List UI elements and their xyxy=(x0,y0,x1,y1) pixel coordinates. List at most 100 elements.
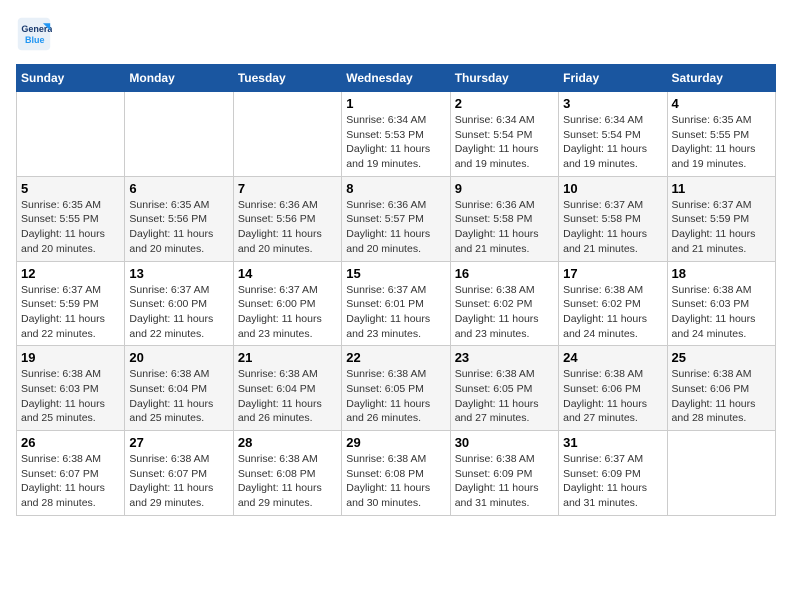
day-info: Sunrise: 6:37 AMSunset: 6:00 PMDaylight:… xyxy=(129,283,228,342)
table-row: 22 Sunrise: 6:38 AMSunset: 6:05 PMDayligh… xyxy=(342,346,450,431)
day-number: 1 xyxy=(346,96,445,111)
day-info: Sunrise: 6:34 AMSunset: 5:54 PMDaylight:… xyxy=(455,113,554,172)
day-number: 6 xyxy=(129,181,228,196)
day-info: Sunrise: 6:36 AMSunset: 5:58 PMDaylight:… xyxy=(455,198,554,257)
day-number: 10 xyxy=(563,181,662,196)
table-row: 8 Sunrise: 6:36 AMSunset: 5:57 PMDaylight… xyxy=(342,176,450,261)
day-number: 28 xyxy=(238,435,337,450)
table-row: 11 Sunrise: 6:37 AMSunset: 5:59 PMDayligh… xyxy=(667,176,775,261)
day-info: Sunrise: 6:36 AMSunset: 5:56 PMDaylight:… xyxy=(238,198,337,257)
day-info: Sunrise: 6:38 AMSunset: 6:04 PMDaylight:… xyxy=(238,367,337,426)
day-number: 16 xyxy=(455,266,554,281)
day-info: Sunrise: 6:36 AMSunset: 5:57 PMDaylight:… xyxy=(346,198,445,257)
day-info: Sunrise: 6:38 AMSunset: 6:09 PMDaylight:… xyxy=(455,452,554,511)
table-row: 18 Sunrise: 6:38 AMSunset: 6:03 PMDayligh… xyxy=(667,261,775,346)
page-header: General Blue xyxy=(16,16,776,52)
day-info: Sunrise: 6:38 AMSunset: 6:04 PMDaylight:… xyxy=(129,367,228,426)
day-info: Sunrise: 6:37 AMSunset: 6:01 PMDaylight:… xyxy=(346,283,445,342)
day-info: Sunrise: 6:38 AMSunset: 6:06 PMDaylight:… xyxy=(672,367,771,426)
day-info: Sunrise: 6:35 AMSunset: 5:55 PMDaylight:… xyxy=(672,113,771,172)
table-row xyxy=(667,431,775,516)
day-number: 19 xyxy=(21,350,120,365)
day-number: 7 xyxy=(238,181,337,196)
day-info: Sunrise: 6:37 AMSunset: 5:58 PMDaylight:… xyxy=(563,198,662,257)
header-friday: Friday xyxy=(559,65,667,92)
table-row: 7 Sunrise: 6:36 AMSunset: 5:56 PMDaylight… xyxy=(233,176,341,261)
table-row: 23 Sunrise: 6:38 AMSunset: 6:05 PMDayligh… xyxy=(450,346,558,431)
table-row: 1Sunrise: 6:34 AMSunset: 5:53 PMDaylight… xyxy=(342,92,450,177)
table-row: 16 Sunrise: 6:38 AMSunset: 6:02 PMDayligh… xyxy=(450,261,558,346)
day-info: Sunrise: 6:35 AMSunset: 5:56 PMDaylight:… xyxy=(129,198,228,257)
table-row: 2 Sunrise: 6:34 AMSunset: 5:54 PMDaylight… xyxy=(450,92,558,177)
header-saturday: Saturday xyxy=(667,65,775,92)
day-number: 8 xyxy=(346,181,445,196)
day-number: 26 xyxy=(21,435,120,450)
day-number: 15 xyxy=(346,266,445,281)
table-row: 6 Sunrise: 6:35 AMSunset: 5:56 PMDaylight… xyxy=(125,176,233,261)
header-sunday: Sunday xyxy=(17,65,125,92)
day-info: Sunrise: 6:38 AMSunset: 6:02 PMDaylight:… xyxy=(563,283,662,342)
calendar-week-4: 19 Sunrise: 6:38 AMSunset: 6:03 PMDayligh… xyxy=(17,346,776,431)
table-row xyxy=(233,92,341,177)
day-number: 11 xyxy=(672,181,771,196)
day-number: 2 xyxy=(455,96,554,111)
table-row: 19 Sunrise: 6:38 AMSunset: 6:03 PMDayligh… xyxy=(17,346,125,431)
day-number: 27 xyxy=(129,435,228,450)
day-number: 17 xyxy=(563,266,662,281)
day-number: 5 xyxy=(21,181,120,196)
day-info: Sunrise: 6:37 AMSunset: 5:59 PMDaylight:… xyxy=(21,283,120,342)
day-number: 23 xyxy=(455,350,554,365)
day-info: Sunrise: 6:38 AMSunset: 6:08 PMDaylight:… xyxy=(346,452,445,511)
day-info: Sunrise: 6:38 AMSunset: 6:08 PMDaylight:… xyxy=(238,452,337,511)
table-row xyxy=(17,92,125,177)
calendar-header-row: SundayMondayTuesdayWednesdayThursdayFrid… xyxy=(17,65,776,92)
table-row: 30 Sunrise: 6:38 AMSunset: 6:09 PMDayligh… xyxy=(450,431,558,516)
table-row: 13 Sunrise: 6:37 AMSunset: 6:00 PMDayligh… xyxy=(125,261,233,346)
table-row: 15 Sunrise: 6:37 AMSunset: 6:01 PMDayligh… xyxy=(342,261,450,346)
day-number: 12 xyxy=(21,266,120,281)
day-info: Sunrise: 6:37 AMSunset: 6:00 PMDaylight:… xyxy=(238,283,337,342)
day-info: Sunrise: 6:34 AMSunset: 5:54 PMDaylight:… xyxy=(563,113,662,172)
day-number: 14 xyxy=(238,266,337,281)
day-number: 20 xyxy=(129,350,228,365)
logo-icon: General Blue xyxy=(16,16,52,52)
table-row: 21 Sunrise: 6:38 AMSunset: 6:04 PMDayligh… xyxy=(233,346,341,431)
day-number: 18 xyxy=(672,266,771,281)
day-info: Sunrise: 6:35 AMSunset: 5:55 PMDaylight:… xyxy=(21,198,120,257)
table-row: 17 Sunrise: 6:38 AMSunset: 6:02 PMDayligh… xyxy=(559,261,667,346)
day-number: 24 xyxy=(563,350,662,365)
table-row: 31 Sunrise: 6:37 AMSunset: 6:09 PMDayligh… xyxy=(559,431,667,516)
day-info: Sunrise: 6:38 AMSunset: 6:05 PMDaylight:… xyxy=(346,367,445,426)
calendar-table: SundayMondayTuesdayWednesdayThursdayFrid… xyxy=(16,64,776,516)
day-number: 13 xyxy=(129,266,228,281)
header-wednesday: Wednesday xyxy=(342,65,450,92)
day-number: 29 xyxy=(346,435,445,450)
day-info: Sunrise: 6:38 AMSunset: 6:02 PMDaylight:… xyxy=(455,283,554,342)
table-row: 24Sunrise: 6:38 AMSunset: 6:06 PMDayligh… xyxy=(559,346,667,431)
day-info: Sunrise: 6:37 AMSunset: 6:09 PMDaylight:… xyxy=(563,452,662,511)
day-number: 30 xyxy=(455,435,554,450)
day-info: Sunrise: 6:38 AMSunset: 6:03 PMDaylight:… xyxy=(672,283,771,342)
table-row: 27 Sunrise: 6:38 AMSunset: 6:07 PMDayligh… xyxy=(125,431,233,516)
day-number: 22 xyxy=(346,350,445,365)
header-thursday: Thursday xyxy=(450,65,558,92)
table-row xyxy=(125,92,233,177)
logo: General Blue xyxy=(16,16,56,52)
day-info: Sunrise: 6:38 AMSunset: 6:07 PMDaylight:… xyxy=(21,452,120,511)
calendar-week-1: 1Sunrise: 6:34 AMSunset: 5:53 PMDaylight… xyxy=(17,92,776,177)
day-number: 21 xyxy=(238,350,337,365)
day-number: 25 xyxy=(672,350,771,365)
day-number: 4 xyxy=(672,96,771,111)
day-info: Sunrise: 6:38 AMSunset: 6:07 PMDaylight:… xyxy=(129,452,228,511)
calendar-week-5: 26 Sunrise: 6:38 AMSunset: 6:07 PMDayligh… xyxy=(17,431,776,516)
table-row: 26 Sunrise: 6:38 AMSunset: 6:07 PMDayligh… xyxy=(17,431,125,516)
table-row: 4 Sunrise: 6:35 AMSunset: 5:55 PMDaylight… xyxy=(667,92,775,177)
day-info: Sunrise: 6:38 AMSunset: 6:03 PMDaylight:… xyxy=(21,367,120,426)
day-info: Sunrise: 6:37 AMSunset: 5:59 PMDaylight:… xyxy=(672,198,771,257)
table-row: 3Sunrise: 6:34 AMSunset: 5:54 PMDaylight… xyxy=(559,92,667,177)
table-row: 20 Sunrise: 6:38 AMSunset: 6:04 PMDayligh… xyxy=(125,346,233,431)
day-number: 31 xyxy=(563,435,662,450)
svg-text:Blue: Blue xyxy=(25,35,45,45)
day-info: Sunrise: 6:38 AMSunset: 6:05 PMDaylight:… xyxy=(455,367,554,426)
table-row: 5 Sunrise: 6:35 AMSunset: 5:55 PMDaylight… xyxy=(17,176,125,261)
